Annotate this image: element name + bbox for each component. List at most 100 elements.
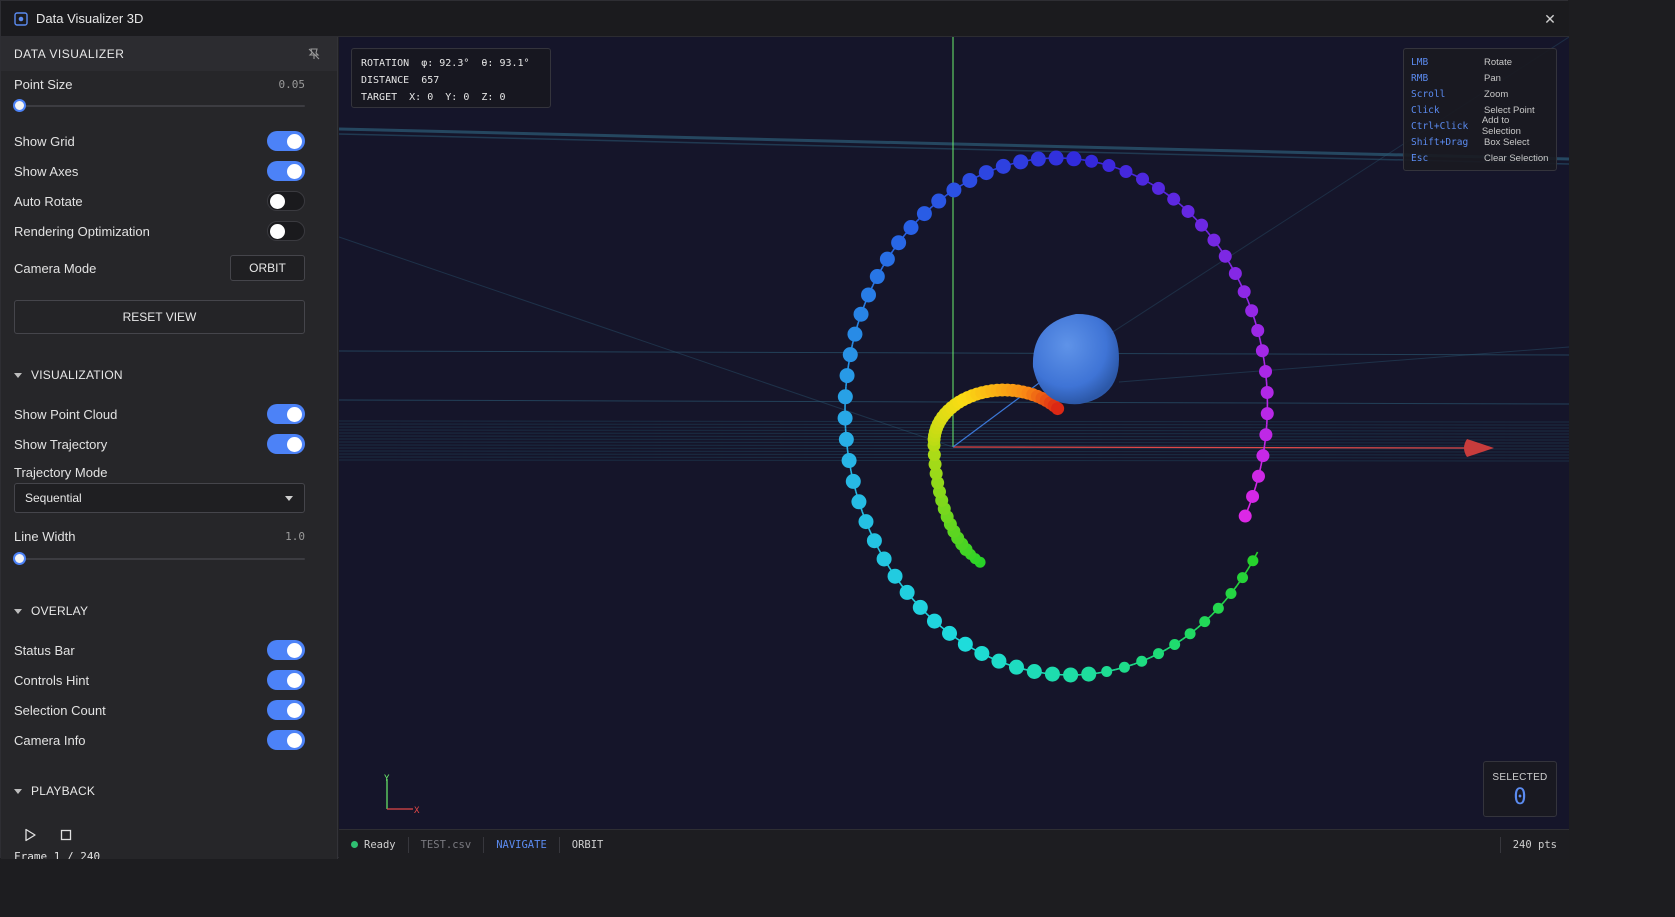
data-point[interactable] bbox=[1218, 249, 1232, 263]
stop-icon[interactable] bbox=[56, 825, 76, 845]
line-width-slider[interactable] bbox=[13, 552, 305, 565]
data-point[interactable] bbox=[1030, 151, 1046, 167]
selection-count-toggle[interactable] bbox=[267, 700, 305, 720]
data-point[interactable] bbox=[1259, 364, 1273, 378]
data-point[interactable] bbox=[912, 599, 928, 615]
camera-mode-button[interactable]: ORBIT bbox=[230, 255, 305, 281]
data-point[interactable] bbox=[838, 431, 854, 447]
data-point[interactable] bbox=[946, 182, 962, 198]
data-point[interactable] bbox=[1256, 449, 1270, 463]
data-point[interactable] bbox=[903, 220, 919, 236]
play-icon[interactable] bbox=[20, 825, 40, 845]
data-point[interactable] bbox=[879, 251, 895, 267]
data-point[interactable] bbox=[1066, 151, 1082, 167]
data-point[interactable] bbox=[858, 514, 874, 530]
data-point[interactable] bbox=[916, 206, 932, 222]
data-point[interactable] bbox=[853, 306, 869, 322]
auto-rotate-toggle[interactable] bbox=[267, 191, 305, 211]
trajectory-mode-select[interactable]: Sequential bbox=[14, 483, 305, 513]
close-icon[interactable]: ✕ bbox=[1541, 10, 1559, 28]
data-point[interactable] bbox=[1225, 588, 1237, 600]
data-point[interactable] bbox=[974, 645, 990, 661]
data-point[interactable] bbox=[1051, 402, 1065, 416]
data-point[interactable] bbox=[1118, 661, 1130, 673]
data-point[interactable] bbox=[1101, 666, 1113, 678]
data-point[interactable] bbox=[1044, 666, 1060, 682]
data-point[interactable] bbox=[1048, 150, 1064, 166]
data-point[interactable] bbox=[978, 165, 994, 181]
data-point[interactable] bbox=[1136, 655, 1148, 667]
data-point[interactable] bbox=[942, 625, 958, 641]
data-point[interactable] bbox=[1251, 323, 1265, 337]
data-point[interactable] bbox=[1181, 204, 1195, 218]
data-point[interactable] bbox=[1247, 555, 1259, 567]
visualization-section-header[interactable]: VISUALIZATION bbox=[14, 368, 123, 382]
data-point[interactable] bbox=[845, 473, 861, 489]
data-point[interactable] bbox=[1081, 666, 1097, 682]
data-point[interactable] bbox=[1237, 572, 1249, 584]
data-point[interactable] bbox=[1252, 469, 1266, 483]
data-point[interactable] bbox=[1212, 602, 1224, 614]
data-point[interactable] bbox=[842, 347, 858, 363]
data-point[interactable] bbox=[1169, 638, 1181, 650]
data-point[interactable] bbox=[1153, 648, 1165, 660]
data-point[interactable] bbox=[837, 410, 853, 426]
camera-info-toggle[interactable] bbox=[267, 730, 305, 750]
data-point[interactable] bbox=[991, 653, 1007, 669]
data-point[interactable] bbox=[869, 269, 885, 285]
playback-section-header[interactable]: PLAYBACK bbox=[14, 784, 95, 798]
data-point[interactable] bbox=[995, 158, 1011, 174]
data-point[interactable] bbox=[1207, 233, 1221, 247]
data-point[interactable] bbox=[899, 584, 915, 600]
data-point[interactable] bbox=[876, 551, 892, 567]
data-point[interactable] bbox=[1013, 154, 1029, 170]
status-bar-toggle[interactable] bbox=[267, 640, 305, 660]
data-point[interactable] bbox=[1238, 509, 1252, 523]
data-point[interactable] bbox=[1195, 218, 1209, 232]
controls-hint-toggle[interactable] bbox=[267, 670, 305, 690]
data-point[interactable] bbox=[1259, 428, 1273, 442]
data-point[interactable] bbox=[866, 533, 882, 549]
data-point[interactable] bbox=[1136, 172, 1150, 186]
data-point[interactable] bbox=[1246, 489, 1260, 503]
target-sphere[interactable] bbox=[1032, 313, 1119, 405]
point-size-slider[interactable] bbox=[13, 99, 305, 112]
show-grid-toggle[interactable] bbox=[267, 131, 305, 151]
data-point[interactable] bbox=[1260, 385, 1274, 399]
data-point[interactable] bbox=[887, 568, 903, 584]
data-point[interactable] bbox=[1255, 344, 1269, 358]
data-point[interactable] bbox=[957, 636, 973, 652]
data-point[interactable] bbox=[1228, 266, 1242, 280]
data-point[interactable] bbox=[926, 613, 942, 629]
data-point[interactable] bbox=[1063, 667, 1079, 683]
rendering-optimization-toggle[interactable] bbox=[267, 221, 305, 241]
data-point[interactable] bbox=[847, 326, 863, 342]
data-point[interactable] bbox=[1102, 159, 1116, 173]
data-point[interactable] bbox=[1237, 285, 1251, 299]
data-point[interactable] bbox=[1260, 407, 1274, 421]
show-axes-toggle[interactable] bbox=[267, 161, 305, 181]
data-point[interactable] bbox=[841, 453, 857, 469]
reset-view-button[interactable]: RESET VIEW bbox=[14, 300, 305, 334]
data-point[interactable] bbox=[891, 235, 907, 251]
data-point[interactable] bbox=[1119, 164, 1133, 178]
data-point[interactable] bbox=[837, 389, 853, 405]
show-point-cloud-toggle[interactable] bbox=[267, 404, 305, 424]
show-trajectory-toggle[interactable] bbox=[267, 434, 305, 454]
overlay-section-header[interactable]: OVERLAY bbox=[14, 604, 88, 618]
data-point[interactable] bbox=[1184, 628, 1196, 640]
pin-off-icon[interactable] bbox=[307, 47, 321, 61]
line-width-slider-thumb[interactable] bbox=[13, 552, 26, 565]
data-point[interactable] bbox=[1026, 664, 1042, 680]
point-size-slider-thumb[interactable] bbox=[13, 99, 26, 112]
3d-viewport[interactable]: Y X ROTATION φ: 92.3° θ: 93.1° DISTANCE … bbox=[339, 37, 1569, 829]
data-point[interactable] bbox=[1199, 616, 1211, 628]
data-point[interactable] bbox=[851, 494, 867, 510]
data-point[interactable] bbox=[861, 287, 877, 303]
scene-canvas[interactable]: Y X bbox=[339, 37, 1569, 829]
target-sphere-shape[interactable] bbox=[1032, 313, 1119, 405]
data-point[interactable] bbox=[1151, 181, 1165, 195]
data-point[interactable] bbox=[962, 172, 978, 188]
data-point[interactable] bbox=[1167, 192, 1181, 206]
data-point[interactable] bbox=[1085, 154, 1099, 168]
